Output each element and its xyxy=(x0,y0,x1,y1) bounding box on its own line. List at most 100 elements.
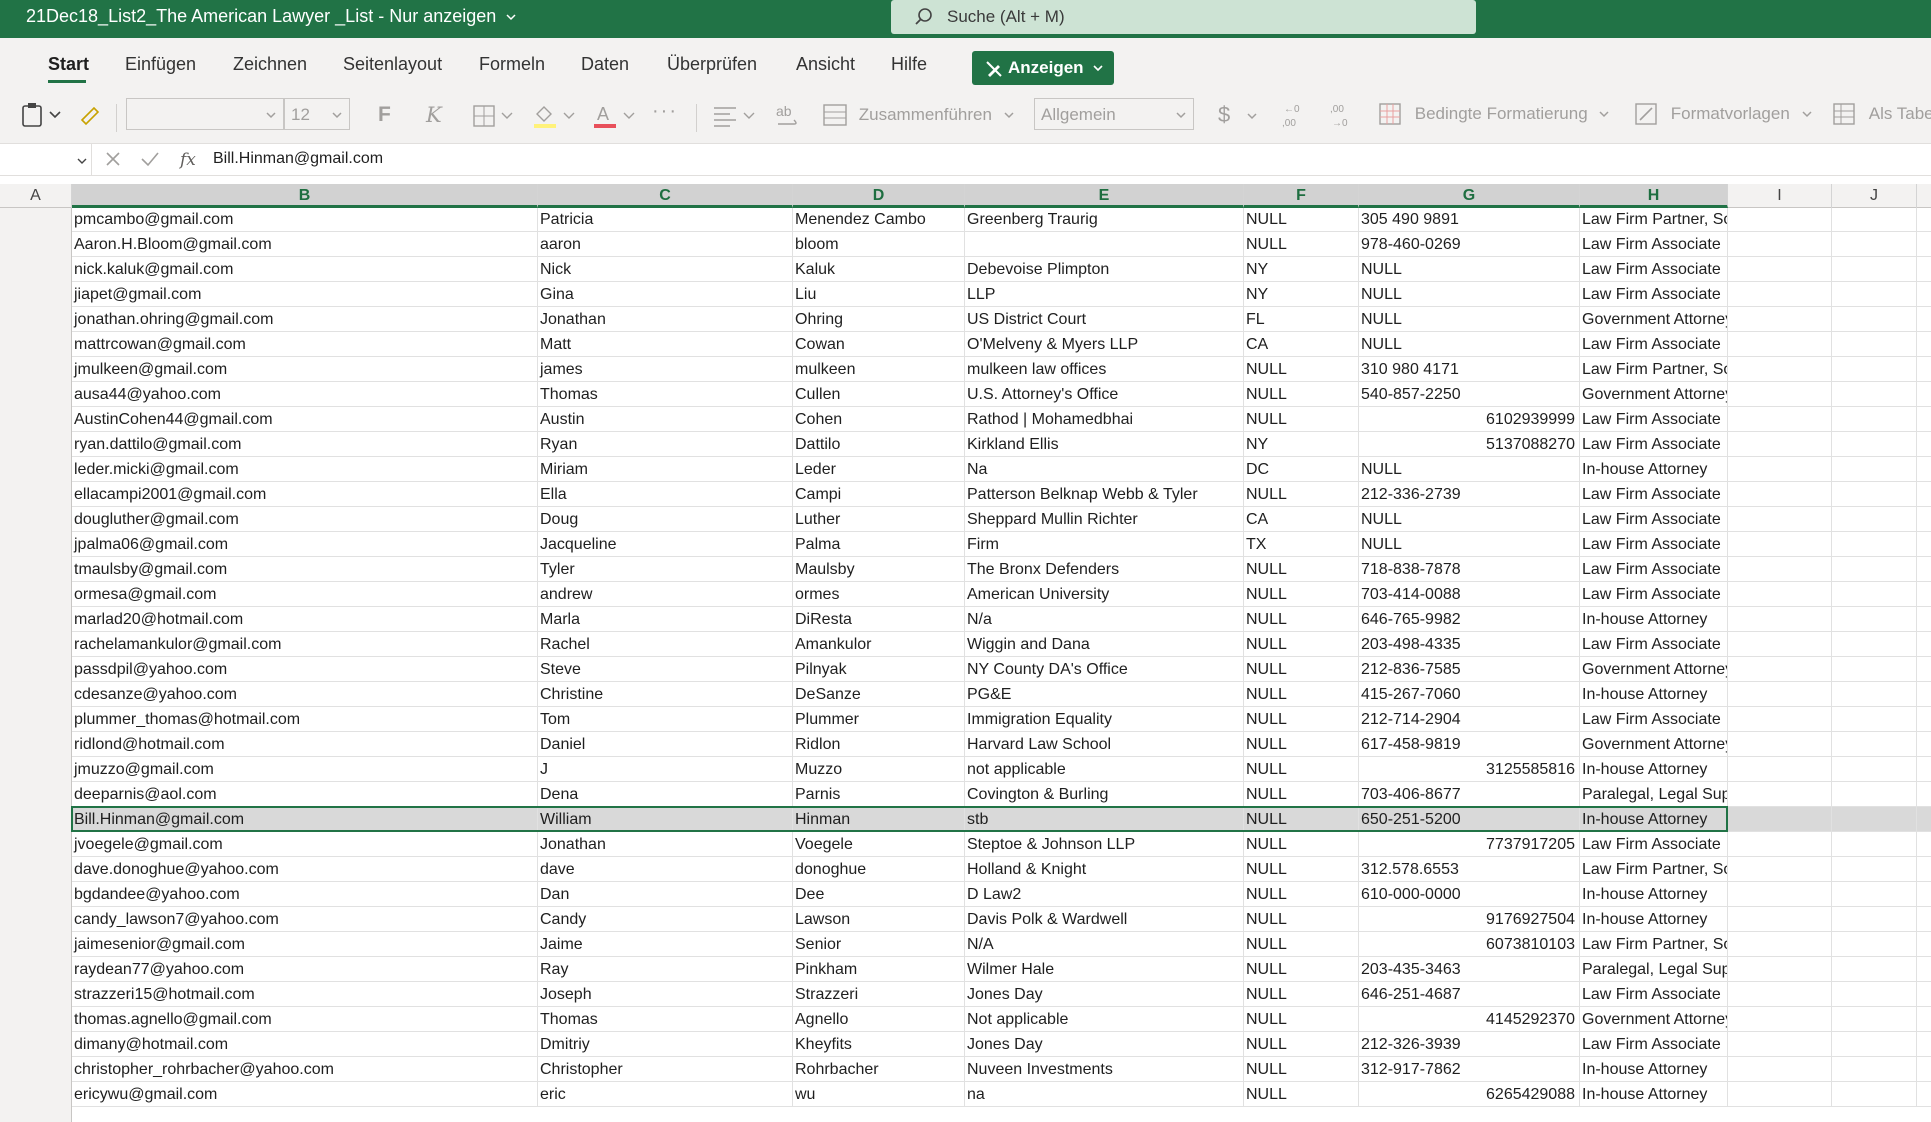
cell-state[interactable]: NULL xyxy=(1244,957,1359,982)
cell-job-title[interactable]: Law Firm Partner, Solo Practit xyxy=(1580,932,1728,957)
cell-empty-j[interactable] xyxy=(1832,707,1917,732)
cell-empty-j[interactable] xyxy=(1832,832,1917,857)
cell-email[interactable]: ericywu@gmail.com xyxy=(72,1082,538,1107)
cell-email[interactable]: rachelamankulor@gmail.com xyxy=(72,632,538,657)
cell-company[interactable]: mulkeen law offices xyxy=(965,357,1244,382)
cell-email[interactable]: jmuzzo@gmail.com xyxy=(72,757,538,782)
cell-company[interactable]: LLP xyxy=(965,282,1244,307)
cell-last-name[interactable]: wu xyxy=(793,1082,965,1107)
cell-first-name[interactable]: Austin xyxy=(538,407,793,432)
italic-button[interactable]: K xyxy=(426,103,442,127)
cell-empty-j[interactable] xyxy=(1832,657,1917,682)
cell-state[interactable]: NULL xyxy=(1244,1007,1359,1032)
cell-email[interactable]: dougluther@gmail.com xyxy=(72,507,538,532)
cell-company[interactable]: American University xyxy=(965,582,1244,607)
cell-company[interactable]: Na xyxy=(965,457,1244,482)
cell-state[interactable]: NULL xyxy=(1244,632,1359,657)
cell-last-name[interactable]: Senior xyxy=(793,932,965,957)
cell-company[interactable]: not applicable xyxy=(965,757,1244,782)
cell-last-name[interactable]: Palma xyxy=(793,532,965,557)
cell-job-title[interactable]: Law Firm Associate xyxy=(1580,407,1728,432)
cell-company[interactable]: Steptoe & Johnson LLP xyxy=(965,832,1244,857)
cell-job-title[interactable]: In-house Attorney xyxy=(1580,1082,1728,1107)
column-header-b[interactable]: B xyxy=(72,184,538,208)
borders-button[interactable] xyxy=(472,104,516,128)
cell-phone[interactable]: NULL xyxy=(1359,307,1580,332)
cell-last-name[interactable]: Maulsby xyxy=(793,557,965,582)
cell-email[interactable]: strazzeri15@hotmail.com xyxy=(72,982,538,1007)
cell-empty-i[interactable] xyxy=(1728,1032,1832,1057)
cell-phone[interactable]: 6102939999 xyxy=(1359,407,1580,432)
cell-first-name[interactable]: aaron xyxy=(538,232,793,257)
cell-last-name[interactable]: Voegele xyxy=(793,832,965,857)
cell-state[interactable]: NY xyxy=(1244,282,1359,307)
cell-first-name[interactable]: Dena xyxy=(538,782,793,807)
cell-job-title[interactable]: Law Firm Associate xyxy=(1580,832,1728,857)
cell-empty-j[interactable] xyxy=(1832,682,1917,707)
currency-button[interactable]: $ xyxy=(1218,102,1258,128)
cell-empty-i[interactable] xyxy=(1728,582,1832,607)
cell-first-name[interactable]: Ryan xyxy=(538,432,793,457)
cell-job-title[interactable]: Law Firm Associate xyxy=(1580,582,1728,607)
cell-last-name[interactable]: Luther xyxy=(793,507,965,532)
cell-job-title[interactable]: Law Firm Associate xyxy=(1580,557,1728,582)
cell-company[interactable]: Immigration Equality xyxy=(965,707,1244,732)
cell-empty-i[interactable] xyxy=(1728,457,1832,482)
cell-company[interactable]: Patterson Belknap Webb & Tyler xyxy=(965,482,1244,507)
cell-state[interactable]: NULL xyxy=(1244,407,1359,432)
cell-first-name[interactable]: Steve xyxy=(538,657,793,682)
cell-empty-j[interactable] xyxy=(1832,1032,1917,1057)
cell-empty-i[interactable] xyxy=(1728,882,1832,907)
cell-first-name[interactable]: Thomas xyxy=(538,382,793,407)
cell-email[interactable]: raydean77@yahoo.com xyxy=(72,957,538,982)
cell-company[interactable]: Jones Day xyxy=(965,1032,1244,1057)
cell-job-title[interactable]: Law Firm Associate xyxy=(1580,332,1728,357)
cell-empty-i[interactable] xyxy=(1728,657,1832,682)
cell-empty-j[interactable] xyxy=(1832,307,1917,332)
font-size-select[interactable]: 12 xyxy=(284,98,350,130)
cell-empty-i[interactable] xyxy=(1728,782,1832,807)
search-box[interactable]: Suche (Alt + M) xyxy=(891,0,1476,34)
cell-company[interactable]: Greenberg Traurig xyxy=(965,208,1244,232)
cell-empty-j[interactable] xyxy=(1832,557,1917,582)
cell-last-name[interactable]: DiResta xyxy=(793,607,965,632)
cell-company[interactable]: na xyxy=(965,1082,1244,1107)
merge-button[interactable]: Zusammenführen xyxy=(822,102,1015,128)
cell-empty-i[interactable] xyxy=(1728,1057,1832,1082)
cell-empty-j[interactable] xyxy=(1832,232,1917,257)
cell-email[interactable]: Aaron.H.Bloom@gmail.com xyxy=(72,232,538,257)
cell-first-name[interactable]: Tyler xyxy=(538,557,793,582)
cell-last-name[interactable]: DeSanze xyxy=(793,682,965,707)
cell-state[interactable]: NULL xyxy=(1244,732,1359,757)
cell-company[interactable]: NY County DA's Office xyxy=(965,657,1244,682)
cell-email[interactable]: dimany@hotmail.com xyxy=(72,1032,538,1057)
cell-empty-j[interactable] xyxy=(1832,1007,1917,1032)
increase-decimal-button[interactable]: ←0,00 xyxy=(1278,100,1306,130)
cell-empty-j[interactable] xyxy=(1832,857,1917,882)
cell-job-title[interactable]: Law Firm Associate xyxy=(1580,707,1728,732)
cell-state[interactable]: NULL xyxy=(1244,757,1359,782)
column-header-a[interactable]: A xyxy=(0,184,72,208)
cell-email[interactable]: marlad20@hotmail.com xyxy=(72,607,538,632)
cell-phone[interactable]: 212-326-3939 xyxy=(1359,1032,1580,1057)
cell-first-name[interactable]: Candy xyxy=(538,907,793,932)
cell-job-title[interactable]: Law Firm Partner, Solo Practit xyxy=(1580,208,1728,232)
cell-empty-j[interactable] xyxy=(1832,382,1917,407)
cell-phone[interactable]: 617-458-9819 xyxy=(1359,732,1580,757)
cell-company[interactable]: Debevoise Plimpton xyxy=(965,257,1244,282)
cell-company[interactable]: Harvard Law School xyxy=(965,732,1244,757)
cell-job-title[interactable]: Law Firm Associate xyxy=(1580,982,1728,1007)
view-mode-button[interactable]: Anzeigen xyxy=(972,51,1114,85)
cell-phone[interactable]: 650-251-5200 xyxy=(1359,807,1580,832)
cell-first-name[interactable]: Ella xyxy=(538,482,793,507)
cell-company[interactable]: Davis Polk & Wardwell xyxy=(965,907,1244,932)
cell-empty-i[interactable] xyxy=(1728,257,1832,282)
cell-empty-j[interactable] xyxy=(1832,282,1917,307)
cell-state[interactable]: NULL xyxy=(1244,882,1359,907)
cell-grid[interactable]: pmcambo@gmail.com Patricia Menendez Cambo G… xyxy=(0,208,1931,1122)
column-header-d[interactable]: D xyxy=(793,184,965,208)
column-header-g[interactable]: G xyxy=(1359,184,1580,208)
cell-email[interactable]: christopher_rohrbacher@yahoo.com xyxy=(72,1057,538,1082)
cell-empty-i[interactable] xyxy=(1728,507,1832,532)
cell-empty-i[interactable] xyxy=(1728,1082,1832,1107)
